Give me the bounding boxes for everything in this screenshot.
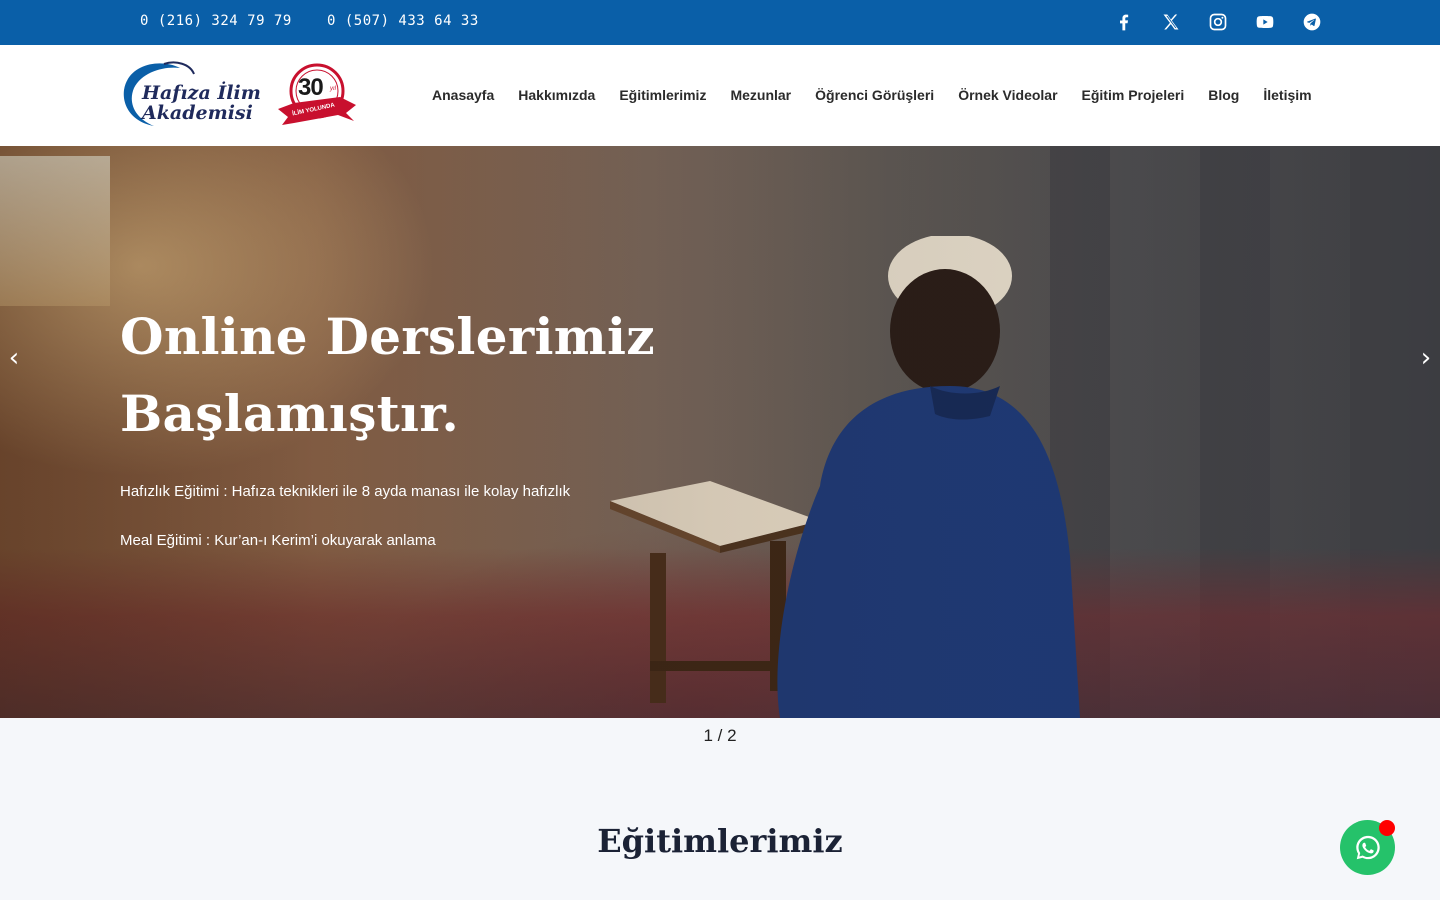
- site-logo[interactable]: Hafıza İlim Akademisi: [120, 60, 261, 130]
- phone-link-2[interactable]: 0 (507) 433 64 33: [327, 13, 479, 29]
- instagram-icon[interactable]: [1208, 11, 1228, 33]
- anniversary-badge: 30 yıl İLİM YOLUNDA: [276, 63, 358, 129]
- badge-suffix: yıl: [330, 86, 336, 92]
- slider-next-button[interactable]: ›: [1414, 345, 1438, 371]
- section-title: Eğitimlerimiz: [597, 822, 843, 860]
- hero-line-meal: Meal Eğitimi : Kur’an-ı Kerim’i okuyarak…: [120, 532, 436, 549]
- x-icon[interactable]: [1161, 11, 1181, 33]
- whatsapp-button[interactable]: [1340, 820, 1395, 875]
- nav-item-mezunlar[interactable]: Mezunlar: [730, 87, 791, 103]
- facebook-icon[interactable]: [1114, 11, 1134, 33]
- social-links: [1114, 11, 1322, 33]
- nav-item-iletisim[interactable]: İletişim: [1263, 87, 1311, 103]
- nav-item-egitim-projeleri[interactable]: Eğitim Projeleri: [1082, 87, 1185, 103]
- phone-link-1[interactable]: 0 (216) 324 79 79: [140, 13, 292, 29]
- telegram-icon[interactable]: [1302, 11, 1322, 33]
- nav-item-anasayfa[interactable]: Anasayfa: [432, 87, 494, 103]
- notification-dot: [1379, 820, 1395, 836]
- main-nav: Anasayfa Hakkımızda Eğitimlerimiz Mezunl…: [432, 87, 1312, 103]
- hero-slider: Online Derslerimiz Başlamıştır. Hafızlık…: [0, 146, 1440, 718]
- nav-item-ogrenci-gorusleri[interactable]: Öğrenci Görüşleri: [815, 87, 934, 103]
- nav-item-hakkimizda[interactable]: Hakkımızda: [518, 87, 595, 103]
- top-bar: 0 (216) 324 79 79 0 (507) 433 64 33: [0, 0, 1440, 45]
- logo-line-2: Akademisi: [142, 102, 253, 124]
- nav-item-egitimlerimiz[interactable]: Eğitimlerimiz: [619, 87, 706, 103]
- nav-item-ornek-videolar[interactable]: Örnek Videolar: [958, 87, 1057, 103]
- nav-item-blog[interactable]: Blog: [1208, 87, 1239, 103]
- hero-title: Online Derslerimiz Başlamıştır.: [120, 307, 655, 443]
- slider-pager: 1 / 2: [703, 726, 737, 745]
- badge-number: 30: [298, 74, 324, 101]
- hero-line-hafizlik: Hafızlık Eğitimi : Hafıza teknikleri ile…: [120, 483, 571, 500]
- whatsapp-icon: [1355, 835, 1380, 859]
- logo-line-1: Hafıza İlim: [142, 82, 261, 104]
- slider-prev-button[interactable]: ‹: [2, 345, 26, 371]
- site-header: Hafıza İlim Akademisi 30 yıl İLİM YOLUND…: [0, 45, 1440, 146]
- youtube-icon[interactable]: [1255, 11, 1275, 33]
